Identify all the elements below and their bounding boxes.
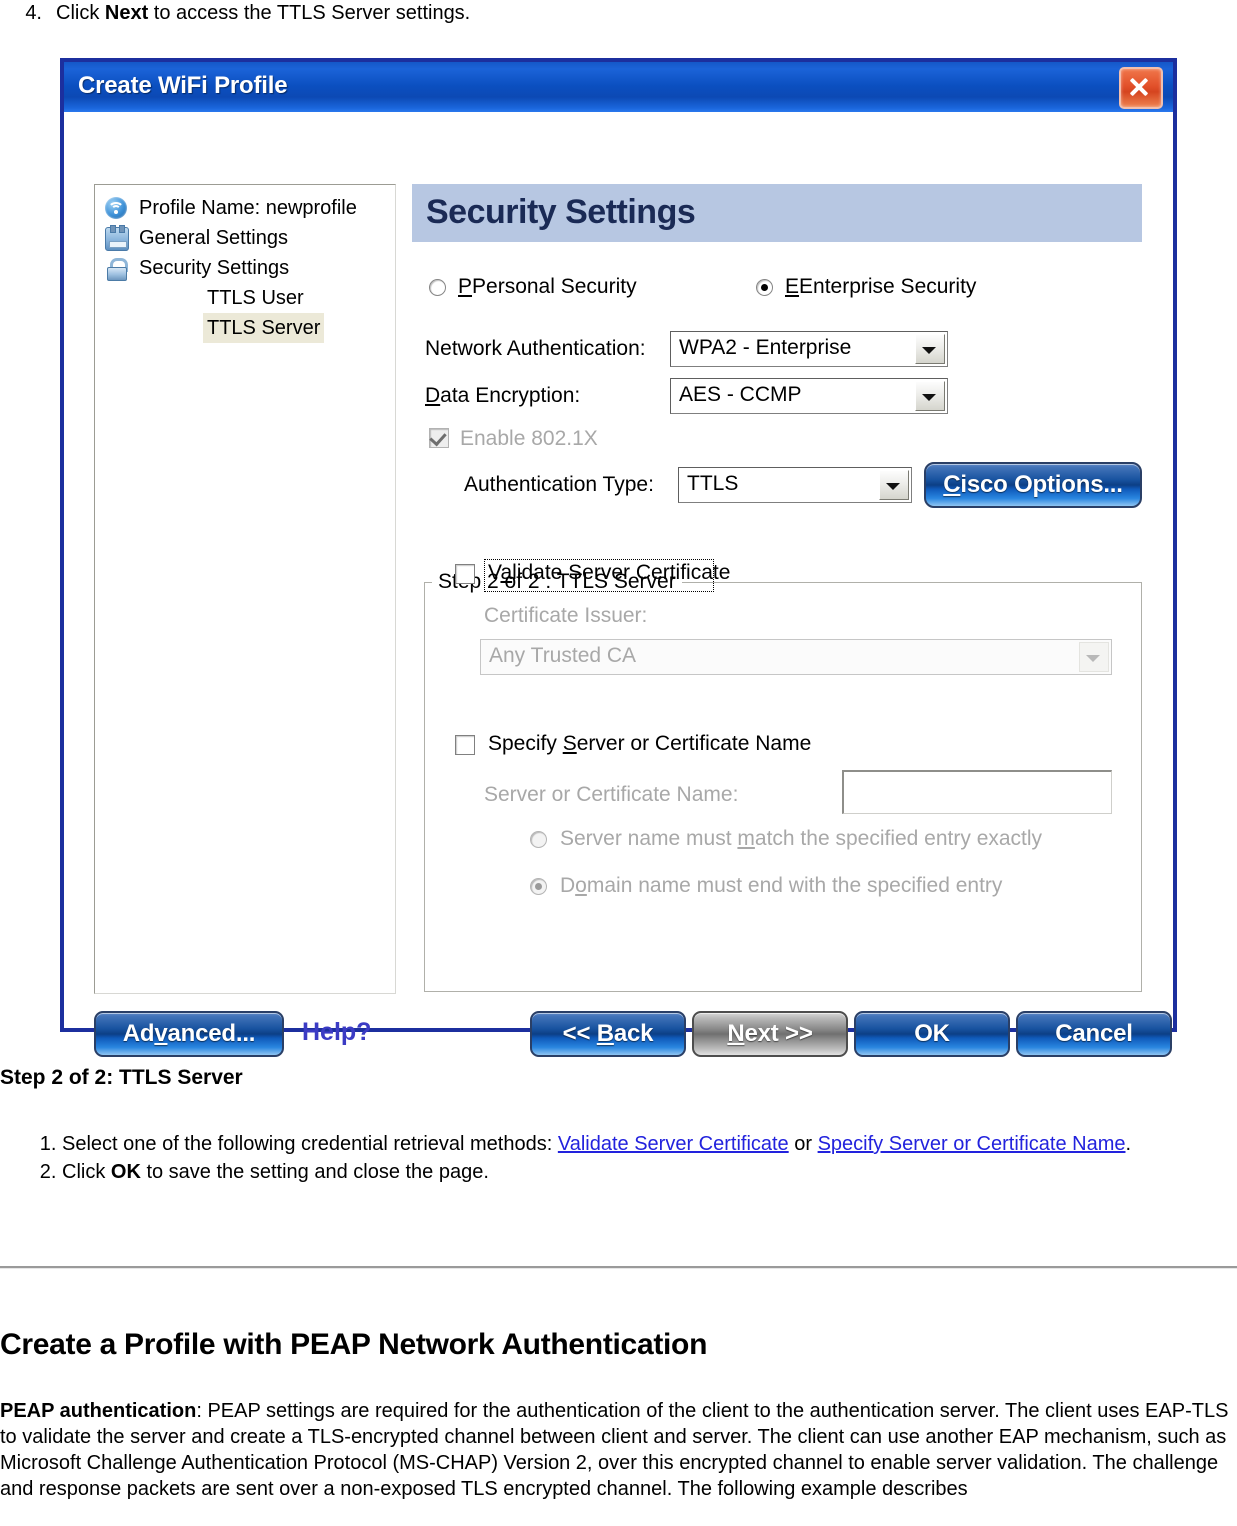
list-item-1-pre: Select one of the following credential r… bbox=[62, 1133, 558, 1155]
data-encryption-select[interactable]: AES - CCMP bbox=[670, 378, 948, 414]
ok-button-label: OK bbox=[914, 1020, 950, 1047]
next-button-label: ext >> bbox=[744, 1020, 813, 1047]
tree-item-ttls-user[interactable]: TTLS User bbox=[95, 283, 395, 313]
help-link[interactable]: Help? bbox=[302, 1018, 371, 1047]
dialog-title: Create WiFi Profile bbox=[78, 72, 288, 99]
checkbox-validate-server-certificate[interactable] bbox=[455, 564, 475, 584]
label-server-name-match-exactly: Server name must match the specified ent… bbox=[560, 827, 1043, 850]
label-domain-name-end-with: Domain name must end with the specified … bbox=[560, 874, 1003, 897]
step-4-pre: Click bbox=[56, 2, 105, 24]
label-enterprise-security: EEnterprise Security bbox=[785, 275, 977, 298]
tree-item-label: TTLS User bbox=[207, 287, 304, 309]
chevron-down-glyph bbox=[886, 483, 900, 490]
dialog-body: Profile Name: newprofile General Setting… bbox=[64, 112, 1173, 1057]
match-exactly-text: atch the specified entry exactly bbox=[754, 827, 1043, 850]
pane-header: Security Settings bbox=[412, 184, 1142, 242]
tree-item-security-settings[interactable]: Security Settings bbox=[95, 253, 395, 283]
chevron-down-glyph bbox=[1086, 655, 1100, 662]
radio-server-name-match-exactly[interactable] bbox=[530, 831, 547, 848]
peap-paragraph: PEAP authentication: PEAP settings are r… bbox=[0, 1398, 1237, 1502]
label-validate-server-certificate: Validate Server Certificate bbox=[488, 561, 731, 584]
lock-icon bbox=[105, 257, 128, 281]
peap-paragraph-bold: PEAP authentication bbox=[0, 1400, 197, 1422]
personal-security-text: Personal Security bbox=[472, 275, 637, 298]
certificate-issuer-select[interactable]: Any Trusted CA bbox=[480, 639, 1112, 675]
step-4-bold: Next bbox=[104, 2, 149, 24]
back-button-label: ack bbox=[613, 1020, 654, 1047]
list-item-2-post: to save the setting and close the page. bbox=[140, 1161, 489, 1183]
create-wifi-profile-dialog: Create WiFi Profile Profile Name: newpro… bbox=[60, 58, 1177, 1057]
section-heading: Step 2 of 2: TTLS Server bbox=[0, 1066, 243, 1089]
label-enable-8021x: Enable 802.1X bbox=[460, 427, 598, 451]
domain-end-text: main name must end with the specified en… bbox=[586, 874, 1003, 897]
checkbox-specify-server-name[interactable] bbox=[455, 735, 475, 755]
enable-8021x-text: Enable 802.1X bbox=[460, 427, 598, 450]
list-item: Click OK to save the setting and close t… bbox=[62, 1158, 1237, 1186]
cisco-options-label: isco Options... bbox=[960, 471, 1123, 498]
label-server-or-certificate-name: Server or Certificate Name: bbox=[484, 783, 739, 806]
label-personal-security: PPersonal Security bbox=[458, 275, 637, 298]
link-validate-server-certificate[interactable]: Validate Server Certificate bbox=[558, 1133, 789, 1155]
list-item-2-pre: Click bbox=[62, 1161, 111, 1183]
section-divider bbox=[0, 1266, 1237, 1269]
tree-item-general-settings[interactable]: General Settings bbox=[95, 223, 395, 253]
adapter-icon bbox=[105, 225, 129, 251]
authentication-type-select[interactable]: TTLS bbox=[678, 467, 912, 503]
label-specify-server-name: Specify Server or Certificate Name bbox=[488, 732, 812, 755]
enterprise-security-text: Enterprise Security bbox=[799, 275, 977, 298]
label-data-encryption: Data Encryption: bbox=[425, 384, 581, 407]
ok-button[interactable]: OK bbox=[854, 1011, 1010, 1057]
tree-item-label: General Settings bbox=[139, 227, 288, 249]
network-authentication-value: WPA2 - Enterprise bbox=[679, 336, 852, 359]
chevron-down-glyph bbox=[922, 347, 936, 354]
advanced-button-label: anced... bbox=[167, 1020, 256, 1047]
network-authentication-select[interactable]: WPA2 - Enterprise bbox=[670, 331, 948, 367]
next-button[interactable]: Next >> bbox=[692, 1011, 848, 1057]
authentication-type-value: TTLS bbox=[687, 472, 739, 495]
list-item-1-mid: or bbox=[788, 1133, 818, 1155]
list-item-2-bold: OK bbox=[110, 1161, 141, 1183]
chevron-down-glyph bbox=[922, 394, 936, 401]
label-authentication-type: Authentication Type: bbox=[464, 473, 654, 496]
tree-item-label: Profile Name: newprofile bbox=[139, 197, 357, 219]
profile-tree-panel: Profile Name: newprofile General Setting… bbox=[94, 184, 396, 994]
data-encryption-label-rest: ata Encryption: bbox=[440, 384, 581, 407]
advanced-button[interactable]: Advanced... bbox=[94, 1011, 284, 1057]
step-4-instruction: 4. Click Next to access the TTLS Server s… bbox=[0, 0, 1237, 26]
link-specify-server-or-certificate-name[interactable]: Specify Server or Certificate Name bbox=[818, 1133, 1126, 1155]
pane-title: Security Settings bbox=[426, 193, 696, 231]
step-4-post: to access the TTLS Server settings. bbox=[148, 2, 471, 24]
radio-personal-security[interactable] bbox=[429, 279, 446, 296]
peap-section-heading: Create a Profile with PEAP Network Authe… bbox=[0, 1328, 708, 1361]
back-button[interactable]: << Back bbox=[530, 1011, 686, 1057]
tree-item-profile-name[interactable]: Profile Name: newprofile bbox=[95, 193, 395, 223]
close-icon[interactable] bbox=[1119, 67, 1163, 109]
list-item-1-post: . bbox=[1125, 1133, 1132, 1155]
checkbox-enable-8021x[interactable] bbox=[429, 428, 449, 448]
tree-item-label: Security Settings bbox=[139, 257, 290, 279]
label-certificate-issuer: Certificate Issuer: bbox=[484, 604, 648, 627]
tree-item-label-selected: TTLS Server bbox=[203, 313, 325, 343]
label-network-authentication: Network Authentication: bbox=[425, 337, 646, 360]
step-4-number: 4. bbox=[25, 2, 42, 24]
validate-server-certificate-text: lidate Server Certificate bbox=[512, 561, 731, 584]
cancel-button-label: Cancel bbox=[1055, 1020, 1133, 1047]
specify-server-name-text: erver or Certificate Name bbox=[576, 732, 812, 755]
wifi-icon bbox=[105, 197, 127, 219]
list-item: Select one of the following credential r… bbox=[62, 1130, 1237, 1158]
certificate-issuer-value: Any Trusted CA bbox=[489, 644, 637, 667]
cancel-button[interactable]: Cancel bbox=[1016, 1011, 1172, 1057]
cisco-options-button[interactable]: Cisco Options... bbox=[924, 462, 1142, 508]
radio-domain-name-end-with[interactable] bbox=[530, 878, 547, 895]
dialog-titlebar: Create WiFi Profile bbox=[64, 62, 1173, 112]
data-encryption-value: AES - CCMP bbox=[679, 383, 802, 406]
tree-item-ttls-server[interactable]: TTLS Server bbox=[95, 313, 395, 343]
radio-enterprise-security[interactable] bbox=[756, 279, 773, 296]
server-or-certificate-name-input[interactable] bbox=[842, 770, 1112, 814]
ordered-instruction-list: Select one of the following credential r… bbox=[0, 1130, 1237, 1186]
